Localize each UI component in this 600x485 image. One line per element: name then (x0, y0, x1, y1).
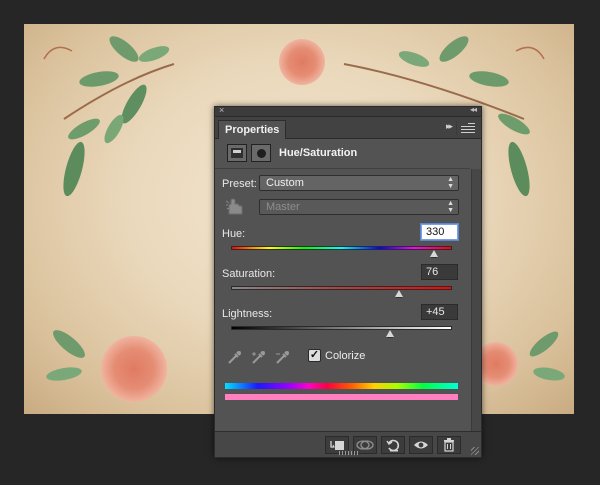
hue-slider-thumb[interactable] (430, 250, 439, 258)
hue-slider-track[interactable] (231, 246, 452, 250)
eyedropper-icon[interactable] (227, 349, 243, 365)
output-color-bar (225, 394, 458, 400)
tab-bar-divider (456, 121, 457, 135)
adjustment-title: Hue/Saturation (279, 147, 358, 159)
expand-panel-icon[interactable]: ▸▸ (446, 121, 453, 132)
lightness-slider-thumb[interactable] (386, 330, 395, 338)
lightness-slider-track[interactable] (231, 326, 452, 330)
saturation-input[interactable]: 76 (421, 264, 458, 280)
clip-to-layer-icon (330, 441, 344, 450)
input-color-spectrum-bar (225, 383, 458, 389)
dropdown-arrows-icon: ▲ ▼ (447, 176, 454, 190)
close-panel-icon[interactable]: × (219, 105, 224, 115)
saturation-slider-thumb[interactable] (394, 290, 403, 298)
delete-adjustment-button[interactable] (437, 436, 461, 454)
panel-tab-bar: Properties ▸▸ (215, 117, 481, 139)
panel-resize-grip[interactable] (339, 451, 359, 455)
dropdown-arrows-icon: ▲ ▼ (447, 200, 454, 214)
tab-properties[interactable]: Properties (218, 120, 287, 139)
panel-menu-icon[interactable] (461, 122, 475, 133)
saturation-label: Saturation: (222, 268, 276, 280)
channel-value: Master (266, 201, 300, 213)
lightness-input[interactable]: +45 (421, 304, 458, 320)
trash-icon (444, 438, 454, 452)
preset-dropdown[interactable]: Custom ▲ ▼ (259, 175, 459, 191)
colorize-label: Colorize (325, 350, 366, 362)
subtract-from-sample-eyedropper-icon[interactable] (275, 349, 291, 365)
divider (215, 168, 470, 169)
preset-value: Custom (266, 177, 304, 189)
hue-label: Hue: (222, 228, 246, 240)
preset-label: Preset: (222, 178, 257, 190)
layer-mask-icon[interactable] (251, 144, 271, 162)
adjustment-header: Hue/Saturation (215, 140, 481, 168)
panel-resize-corner[interactable] (471, 447, 479, 455)
saturation-slider-track[interactable] (231, 286, 452, 290)
eye-icon (414, 441, 428, 449)
hue-input[interactable]: 330 (421, 224, 458, 240)
add-to-sample-eyedropper-icon[interactable] (251, 349, 267, 365)
visibility-toggle-button[interactable] (409, 436, 433, 454)
collapse-panel-icon[interactable]: ◂◂ (470, 105, 477, 114)
adjustment-layer-icon[interactable] (227, 144, 247, 162)
targeted-adjustment-hand-icon[interactable] (225, 198, 245, 216)
colorize-checkbox[interactable]: ✓ (308, 349, 321, 362)
panel-scrollbar[interactable] (471, 169, 481, 431)
reset-icon (386, 439, 400, 452)
lightness-label: Lightness: (222, 308, 273, 320)
properties-panel: × ◂◂ Properties ▸▸ Hue/Saturation Preset… (214, 105, 482, 458)
view-previous-state-icon (356, 440, 374, 450)
channel-dropdown[interactable]: Master ▲ ▼ (259, 199, 459, 215)
reset-button[interactable] (381, 436, 405, 454)
panel-title-bar[interactable]: × ◂◂ (215, 105, 481, 117)
